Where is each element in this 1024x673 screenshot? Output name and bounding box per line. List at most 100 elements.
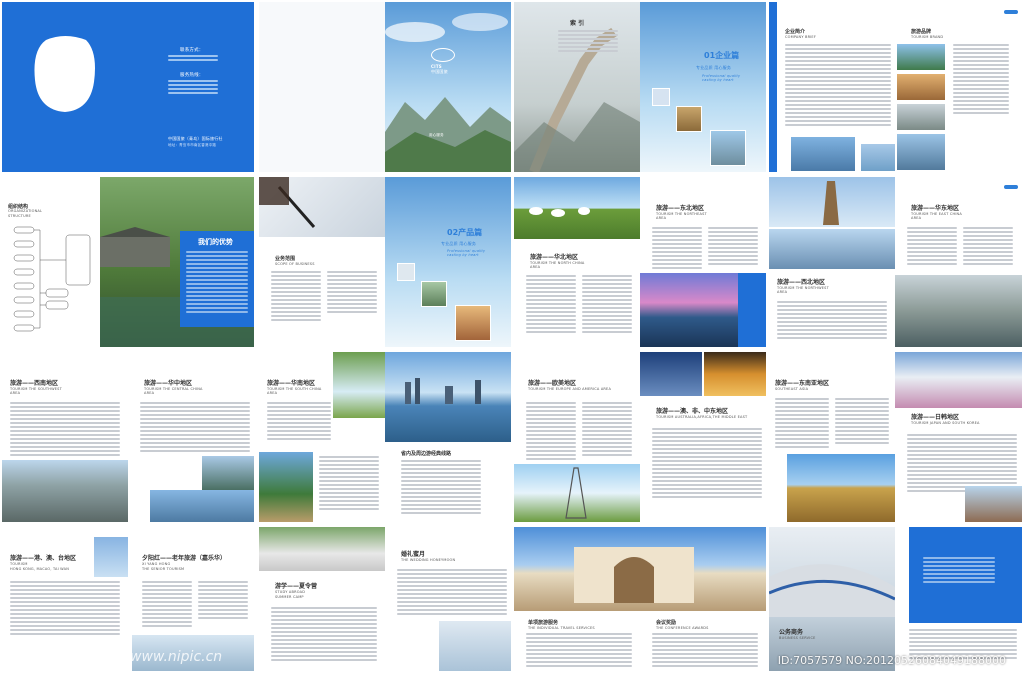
cover-stamp: 用心服务 <box>429 133 444 137</box>
company-address: 地址：青岛市市南区香港中路 <box>168 143 217 147</box>
wedding-title: 婚礼蜜月 <box>401 551 426 558</box>
company-title: 企业简介 <box>785 29 806 35</box>
grassland-photo <box>514 177 640 239</box>
thumb-photo-6 <box>455 305 491 341</box>
individual-en: THE INDIVIDUAL TRAVEL SERVICES <box>528 626 595 630</box>
individual-title: 单项旅游服务 <box>528 620 559 626</box>
section2-sky-photo: 02产品篇 专业品质 用心服务 Professional quality cas… <box>385 177 511 347</box>
company-text <box>785 44 891 128</box>
advantage-box: 我们的优势 <box>180 231 254 327</box>
northwest-text <box>777 301 887 341</box>
south-title: 旅游——华南地区 <box>267 380 316 387</box>
conference-en: THE CONFERENCE AWARDS <box>656 626 709 630</box>
section2-en: Professional quality casting by heart <box>447 249 486 257</box>
bullet-train-photo <box>769 527 895 671</box>
wedding-text <box>397 569 507 617</box>
business-blue-box <box>909 527 1022 623</box>
scope-text-1 <box>271 271 321 323</box>
section2-title: 02产品篇 <box>447 228 483 237</box>
desert-sunset-photo <box>704 352 766 396</box>
water-town-photo <box>895 275 1022 347</box>
north-text-1 <box>526 275 576 335</box>
org-structure-page: 组织结构 ORGANIZATIONAL STRUCTURE 我们的优势 <box>2 177 254 347</box>
contact-title: 联系方式： <box>180 48 204 53</box>
business-box-text <box>923 557 995 585</box>
cover-sky-photo: CITS 中国国旅 用心服务 <box>385 2 511 172</box>
europe-en: TOURISM THE EUROPE AND AMERICA AREA <box>528 387 612 391</box>
central-photo-2 <box>150 490 254 522</box>
sea-text-2 <box>835 398 889 446</box>
central-en: TOURISM THE CENTRAL CHINA AREA <box>144 387 203 395</box>
japan-en: TOURISM JAPAN AND SOUTH KOREA <box>911 421 980 425</box>
brand-photo-3 <box>897 104 945 130</box>
hk-en-1: TOURISM <box>10 562 28 566</box>
mount-fuji-photo <box>895 352 1022 408</box>
central-text <box>140 402 250 454</box>
east-en: TOURISM THE EAST CHINA AREA <box>911 212 962 220</box>
brand-en: TOURISM BRAND <box>911 35 944 39</box>
org-en-2: STRUCTURE <box>8 214 31 218</box>
northeast-text-1 <box>652 227 702 271</box>
brand-text <box>953 44 1009 116</box>
cits-logo-icon <box>431 48 455 62</box>
senior-text-2 <box>198 581 248 621</box>
lake-sunset-photo <box>640 273 738 347</box>
summer-wedding-page: 游学——夏令营 STUDY ABROAD SUMMER CAMP 婚礼蜜月 TH… <box>259 527 511 671</box>
south-text <box>267 402 331 442</box>
section1-en: Professional quality casting by heart <box>702 74 741 82</box>
south-en: TOURISM THE SOUTH CHINA AREA <box>267 387 322 395</box>
thumb-photo-5 <box>421 281 447 307</box>
watermark-id: ID:7057579 NO:20120526084049188000 <box>777 654 1006 667</box>
advantage-title: 我们的优势 <box>198 238 233 246</box>
business-page: 公务商务 BUSINESS SERVICE <box>769 527 1022 671</box>
service-text <box>168 80 218 96</box>
southwest-text <box>10 402 120 458</box>
central-title: 旅游——华中地区 <box>144 380 193 387</box>
thumb-photo-4 <box>397 263 415 281</box>
scope-text-2 <box>327 271 377 315</box>
castle-photo <box>94 537 128 577</box>
company-name: 中国国旅（青岛）国际旅行社 <box>168 136 223 141</box>
logo-placeholder-shape <box>34 36 95 112</box>
southwest-central-page: 旅游——西南地区 TOURISM THE SOUTHWEST AREA 旅游——… <box>2 352 254 522</box>
senior-title: 夕阳红——老年旅游（嘉乐华） <box>142 555 227 562</box>
section1-title: 01企业篇 <box>704 51 740 60</box>
northeast-text-2 <box>708 227 758 267</box>
hk-text <box>10 581 120 637</box>
summer-en-1: STUDY ABROAD <box>275 590 306 594</box>
pen-writing-photo <box>259 177 385 237</box>
europe-text-1 <box>526 402 576 462</box>
brand-photo-1 <box>897 44 945 70</box>
hk-en-2: HONG KONG, MACAO, TAI WAN <box>10 567 70 571</box>
business-title: 公务商务 <box>779 629 804 636</box>
index-title: 索 引 <box>570 20 585 27</box>
asia-page: 旅游——东南亚地区 SOUTHEAST ASIA 旅游——日韩地区 TOURIS… <box>769 352 1022 522</box>
conference-text <box>652 633 758 669</box>
advantage-text <box>186 251 248 315</box>
section1-tag: 专业品质 用心服务 <box>696 65 732 70</box>
index-page: 索 引 01企业篇 专业品质 用心服务 Professional quality… <box>514 2 766 172</box>
senior-en-1: XI YANG HONG <box>142 562 171 566</box>
cover-back-page: 联系方式： 服务热线： 中国国旅（青岛）国际旅行社 地址：青岛市市南区香港中路 <box>2 2 254 172</box>
north-region-page: 旅游——华北地区 TOURISM THE NORTH CHINA AREA 旅游… <box>514 177 766 347</box>
south-text-2 <box>319 456 379 512</box>
cits-mini-logo-icon <box>1004 10 1018 14</box>
great-wall-photo <box>514 2 640 172</box>
scope-title: 业务范围 <box>275 256 296 262</box>
waterfall-photo <box>333 352 385 418</box>
northeast-en: TOURISM THE NORTHEAST AREA <box>656 212 707 220</box>
individual-text <box>526 633 632 669</box>
index-lines <box>558 30 618 54</box>
east-text-1 <box>907 227 957 267</box>
thumb-photo-3 <box>710 130 746 166</box>
northwest-en: TOURISM THE NORTHWEST AREA <box>777 286 829 294</box>
company-en: COMPANY BRIEF <box>785 35 817 39</box>
contact-text <box>168 55 218 63</box>
east-text-2 <box>963 227 1013 267</box>
northeast-title: 旅游——东北地区 <box>656 205 705 212</box>
business-en: BUSINESS SERVICE <box>779 636 816 640</box>
company-brief-page: 企业简介 COMPANY BRIEF 旅游品牌 TOURISM BRAND <box>769 2 1022 172</box>
southwest-en: TOURISM THE SOUTHWEST AREA <box>10 387 62 395</box>
summer-text <box>271 607 377 663</box>
company-photo <box>791 137 855 171</box>
